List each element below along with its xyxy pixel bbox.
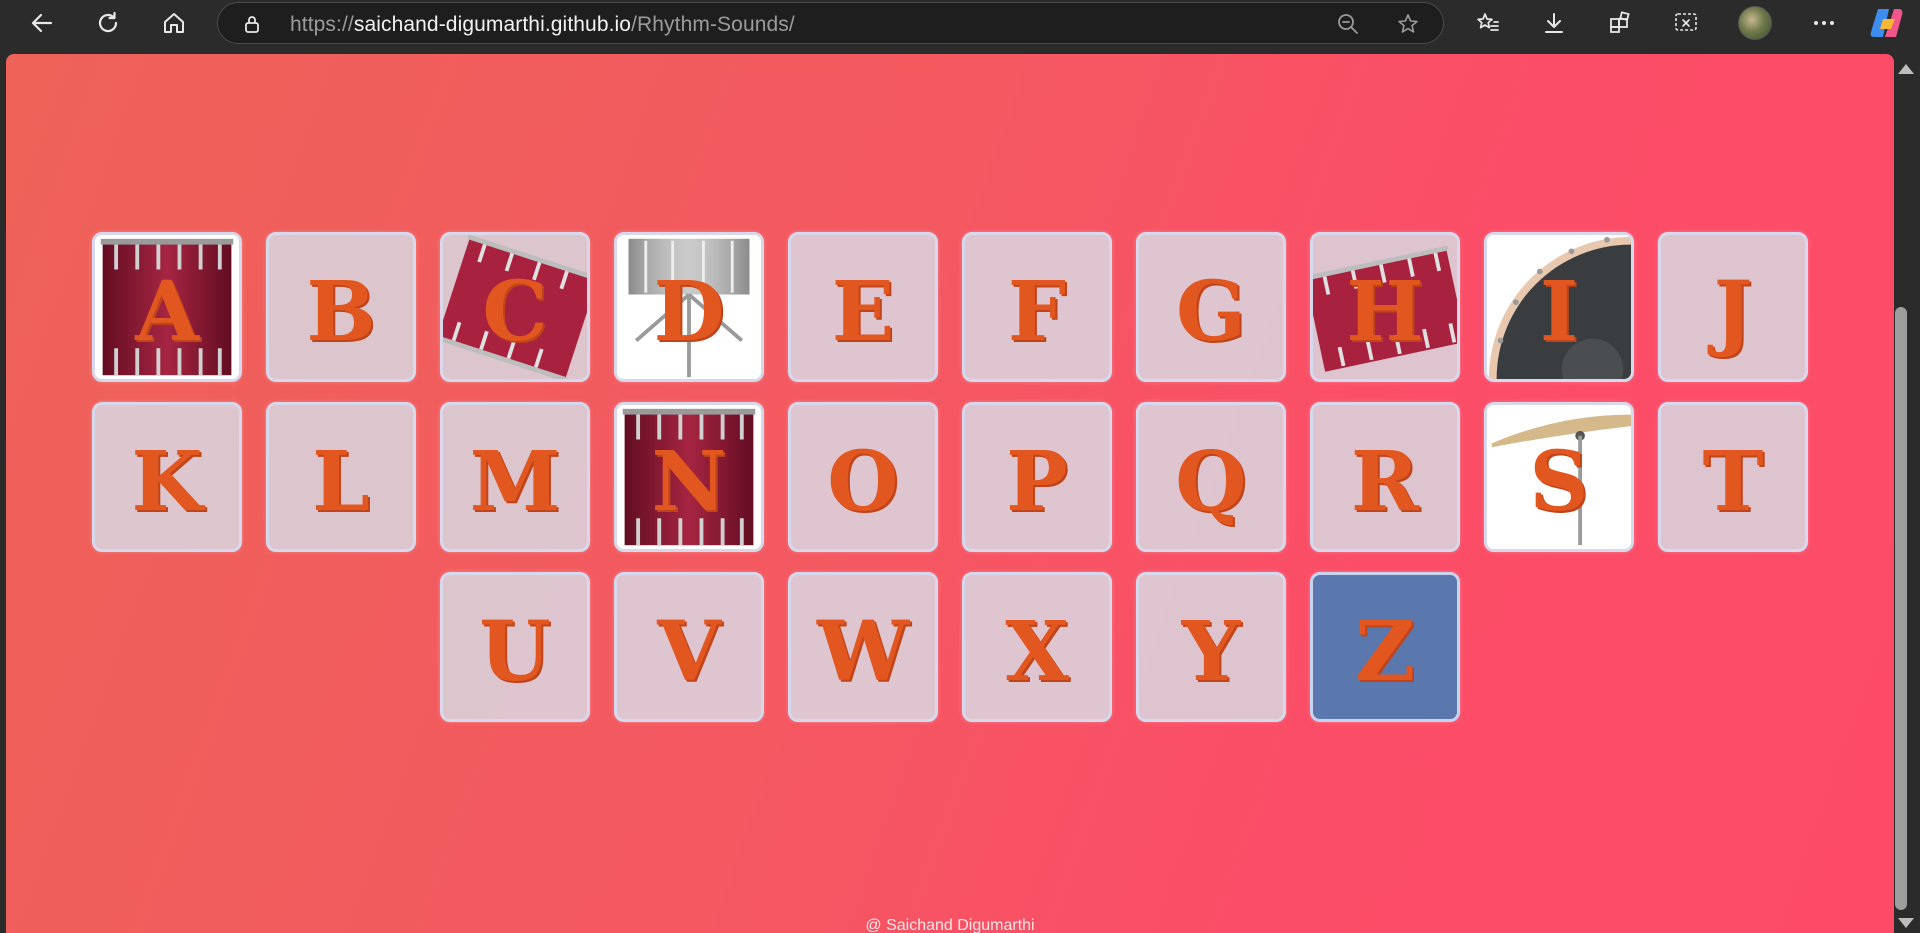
downloads-button[interactable]	[1536, 5, 1572, 41]
url-prefix: https://	[290, 13, 354, 36]
drum-key-i[interactable]: I	[1484, 232, 1634, 382]
key-letter: R	[1350, 434, 1420, 530]
drum-key-z[interactable]: Z	[1310, 572, 1460, 722]
url-path: /Rhythm-Sounds/	[631, 13, 795, 36]
key-letter: P	[1006, 434, 1068, 530]
key-letter: S	[1529, 434, 1589, 530]
zoom-out-icon[interactable]	[1336, 12, 1360, 36]
drum-key-q[interactable]: Q	[1136, 402, 1286, 552]
key-letter: E	[831, 264, 895, 360]
profile-avatar[interactable]	[1738, 6, 1772, 40]
favorites-list-icon	[1477, 13, 1499, 31]
drum-key-w[interactable]: W	[788, 572, 938, 722]
drum-key-h[interactable]: H	[1310, 232, 1460, 382]
address-bar[interactable]: https://saichand-digumarthi.github.io/Rh…	[217, 2, 1444, 44]
scroll-up-arrow-icon[interactable]	[1898, 64, 1914, 74]
drum-key-a[interactable]: A	[92, 232, 242, 382]
key-letter: M	[469, 434, 561, 530]
key-letter: Z	[1355, 604, 1415, 700]
lock-icon[interactable]	[242, 14, 262, 34]
drum-key-x[interactable]: X	[962, 572, 1112, 722]
drum-key-s[interactable]: S	[1484, 402, 1634, 552]
key-letter: F	[1007, 264, 1067, 360]
drum-key-u[interactable]: U	[440, 572, 590, 722]
drum-key-l[interactable]: L	[266, 402, 416, 552]
drum-key-p[interactable]: P	[962, 402, 1112, 552]
url-host: saichand-digumarthi.github.io	[353, 13, 632, 36]
drum-key-m[interactable]: M	[440, 402, 590, 552]
key-letter: K	[131, 434, 203, 530]
drum-key-e[interactable]: E	[788, 232, 938, 382]
reload-icon	[98, 11, 118, 33]
key-letter: H	[1346, 264, 1424, 360]
copilot-icon[interactable]	[1869, 7, 1903, 39]
key-letter: C	[482, 264, 548, 360]
key-letter: L	[312, 434, 370, 530]
drum-key-k[interactable]: K	[92, 402, 242, 552]
drum-key-r[interactable]: R	[1310, 402, 1460, 552]
favorites-button[interactable]	[1470, 5, 1506, 41]
extensions-icon	[1610, 11, 1630, 33]
key-letter: J	[1713, 264, 1753, 360]
key-letter: X	[1005, 604, 1069, 700]
download-icon	[1545, 13, 1563, 33]
key-letter: B	[306, 264, 376, 360]
scrollbar-thumb[interactable]	[1895, 307, 1907, 910]
drum-key-v[interactable]: V	[614, 572, 764, 722]
home-icon	[164, 13, 184, 33]
back-button[interactable]	[24, 5, 60, 41]
extensions-button[interactable]	[1602, 5, 1638, 41]
key-letter: A	[135, 264, 199, 360]
url-text[interactable]: https://saichand-digumarthi.github.io/Rh…	[290, 13, 795, 37]
screenshot-icon	[1675, 13, 1697, 31]
screenshot-button[interactable]	[1668, 5, 1704, 41]
drum-key-o[interactable]: O	[788, 402, 938, 552]
more-dots-icon	[1814, 21, 1834, 25]
key-letter: I	[1539, 264, 1579, 360]
key-letter: D	[653, 264, 725, 360]
drum-key-f[interactable]: F	[962, 232, 1112, 382]
drum-key-b[interactable]: B	[266, 232, 416, 382]
drum-key-g[interactable]: G	[1136, 232, 1286, 382]
reload-button[interactable]	[90, 5, 126, 41]
drum-key-n[interactable]: N	[614, 402, 764, 552]
browser-toolbar: https://saichand-digumarthi.github.io/Rh…	[0, 0, 1920, 46]
page-viewport: A B C D E F G H I J K L M N O P Q R S T …	[6, 54, 1894, 933]
back-arrow-icon	[31, 13, 53, 33]
scroll-down-arrow-icon[interactable]	[1898, 918, 1914, 928]
drum-key-j[interactable]: J	[1658, 232, 1808, 382]
more-menu-button[interactable]	[1806, 5, 1842, 41]
key-letter: U	[479, 604, 551, 700]
drum-key-y[interactable]: Y	[1136, 572, 1286, 722]
favorite-star-icon[interactable]	[1396, 12, 1420, 36]
key-letter: Q	[1175, 434, 1247, 530]
key-letter: T	[1702, 434, 1764, 530]
drum-key-c[interactable]: C	[440, 232, 590, 382]
key-letter: W	[816, 604, 910, 700]
home-button[interactable]	[156, 5, 192, 41]
key-letter: G	[1175, 264, 1247, 360]
key-letter: N	[651, 434, 727, 530]
key-letter: V	[657, 604, 721, 700]
drum-key-d[interactable]: D	[614, 232, 764, 382]
footer-credit: @ Saichand Digumarthi	[865, 917, 1035, 933]
drum-key-t[interactable]: T	[1658, 402, 1808, 552]
key-letter: O	[827, 434, 899, 530]
key-letter: Y	[1181, 604, 1241, 700]
